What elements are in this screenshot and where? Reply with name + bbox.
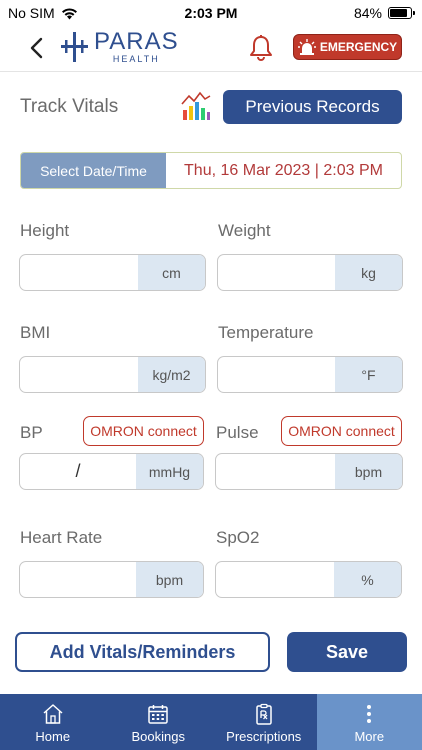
weight-field[interactable]: kg bbox=[217, 254, 403, 291]
paras-health-logo: PARAS HEALTH bbox=[60, 30, 179, 64]
weight-unit: kg bbox=[335, 255, 402, 290]
battery-icon bbox=[388, 7, 415, 19]
temperature-field[interactable]: °F bbox=[217, 356, 403, 393]
add-vitals-reminders-button[interactable]: Add Vitals/Reminders bbox=[15, 632, 270, 672]
home-icon bbox=[43, 704, 63, 724]
battery-fill bbox=[390, 9, 407, 17]
bmi-input[interactable] bbox=[20, 357, 138, 392]
height-label: Height bbox=[20, 221, 70, 240]
date-time-selector[interactable]: Select Date/Time Thu, 16 Mar 2023 | 2:03… bbox=[20, 152, 402, 189]
emergency-button[interactable]: EMERGENCY bbox=[293, 34, 402, 60]
weight-label: Weight bbox=[218, 221, 271, 240]
calendar-icon bbox=[148, 705, 168, 724]
bell-icon bbox=[250, 35, 272, 61]
pulse-field[interactable]: bpm bbox=[215, 453, 403, 490]
bp-field[interactable]: / mmHg bbox=[19, 453, 204, 490]
heart-rate-label: Heart Rate bbox=[20, 528, 103, 547]
pulse-omron-connect-button[interactable]: OMRON connect bbox=[281, 416, 402, 446]
previous-records-button[interactable]: Previous Records bbox=[223, 90, 402, 124]
emergency-label: EMERGENCY bbox=[319, 40, 398, 54]
heart-rate-input[interactable] bbox=[20, 562, 136, 597]
save-button[interactable]: Save bbox=[287, 632, 407, 672]
nav-item-prescriptions[interactable]: Prescriptions bbox=[211, 694, 317, 750]
prescription-icon bbox=[256, 703, 272, 725]
battery-percent: 84% bbox=[353, 5, 382, 21]
siren-icon bbox=[297, 39, 316, 55]
bmi-label: BMI bbox=[20, 323, 51, 342]
bmi-field[interactable]: kg/m2 bbox=[19, 356, 206, 393]
heart-rate-field[interactable]: bpm bbox=[19, 561, 204, 598]
spo2-label: SpO2 bbox=[216, 528, 260, 547]
spo2-unit: % bbox=[334, 562, 401, 597]
heart-rate-unit: bpm bbox=[136, 562, 203, 597]
temperature-unit: °F bbox=[335, 357, 402, 392]
status-bar: No SIM 2:03 PM 84% bbox=[0, 0, 422, 26]
logo-name: PARAS bbox=[94, 28, 179, 55]
bp-input[interactable]: / bbox=[20, 454, 136, 489]
date-time-label[interactable]: Select Date/Time bbox=[21, 153, 166, 188]
bar-chart-icon bbox=[181, 91, 211, 120]
bp-label: BP bbox=[20, 423, 43, 442]
nav-item-more[interactable]: More bbox=[316, 694, 422, 750]
app-header: PARAS HEALTH EMERGENCY bbox=[0, 26, 422, 72]
pulse-label: Pulse bbox=[216, 423, 259, 442]
spo2-field[interactable]: % bbox=[215, 561, 402, 598]
temperature-input[interactable] bbox=[218, 357, 335, 392]
notification-button[interactable] bbox=[248, 34, 274, 62]
height-field[interactable]: cm bbox=[19, 254, 206, 291]
bottom-nav: Home Bookings Prescriptions More bbox=[0, 694, 422, 750]
nav-label-more: More bbox=[354, 729, 385, 744]
pulse-unit: bpm bbox=[335, 454, 402, 489]
logo-text: PARAS HEALTH bbox=[94, 30, 179, 64]
pulse-input[interactable] bbox=[216, 454, 335, 489]
bp-unit: mmHg bbox=[136, 454, 203, 489]
nav-label-home: Home bbox=[35, 729, 71, 744]
page-title: Track Vitals bbox=[20, 96, 119, 117]
nav-item-home[interactable]: Home bbox=[0, 694, 106, 750]
date-time-value[interactable]: Thu, 16 Mar 2023 | 2:03 PM bbox=[166, 153, 401, 188]
bp-omron-connect-button[interactable]: OMRON connect bbox=[83, 416, 204, 446]
logo-sub: HEALTH bbox=[112, 54, 160, 64]
nav-item-bookings[interactable]: Bookings bbox=[106, 694, 212, 750]
height-unit: cm bbox=[138, 255, 205, 290]
bp-separator: / bbox=[75, 461, 81, 481]
back-button[interactable] bbox=[22, 34, 50, 62]
nav-label-bookings: Bookings bbox=[131, 729, 185, 744]
bmi-unit: kg/m2 bbox=[138, 357, 205, 392]
more-icon bbox=[367, 705, 372, 723]
temperature-label: Temperature bbox=[218, 323, 314, 342]
cross-logo-icon bbox=[61, 32, 88, 62]
height-input[interactable] bbox=[20, 255, 138, 290]
status-right: 84% bbox=[353, 5, 415, 21]
nav-label-prescriptions: Prescriptions bbox=[226, 729, 302, 744]
weight-input[interactable] bbox=[218, 255, 335, 290]
chevron-left-icon bbox=[30, 37, 43, 59]
spo2-input[interactable] bbox=[216, 562, 334, 597]
